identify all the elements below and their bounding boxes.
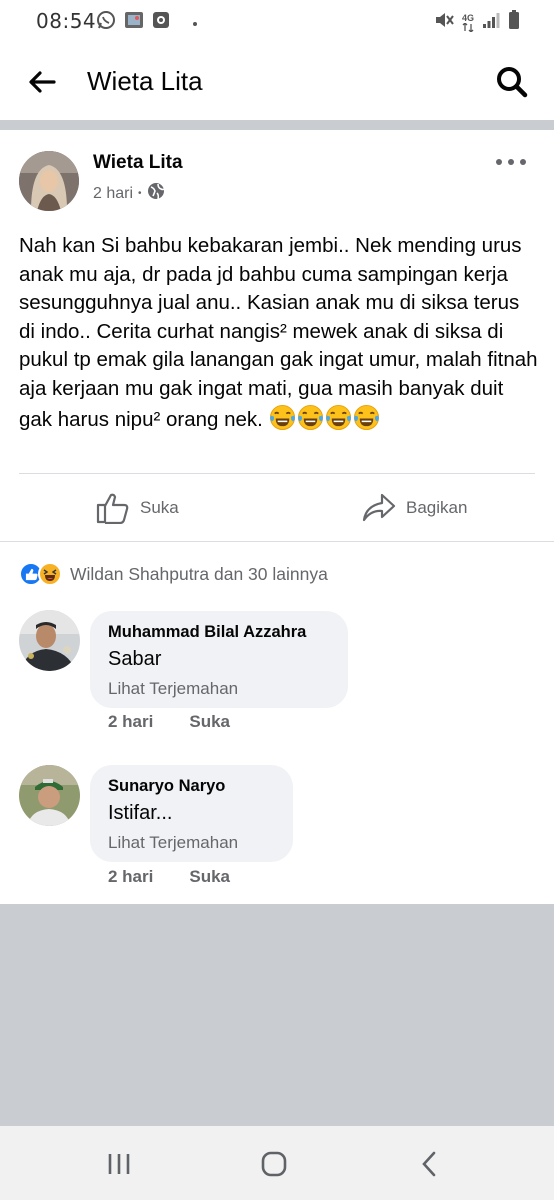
- back-icon: [422, 1151, 436, 1177]
- post-meta: 2 hari •: [93, 182, 165, 205]
- comment-text: Istifar...: [108, 802, 173, 824]
- laughing-crying-emoji-icon: [325, 404, 351, 430]
- divider: [19, 473, 535, 474]
- dot-icon: [508, 159, 514, 165]
- nav-back-button[interactable]: [407, 1146, 451, 1182]
- screen-record-icon: [152, 11, 170, 34]
- recent-apps-button[interactable]: [97, 1146, 141, 1182]
- comment-text: Sabar: [108, 648, 162, 670]
- gallery-icon: [124, 10, 144, 35]
- status-time: 08:54: [36, 9, 97, 33]
- reaction-icons: [19, 562, 62, 586]
- search-icon: [497, 67, 528, 98]
- status-bar: 08:54 4G: [0, 0, 554, 42]
- thumbs-up-icon: [96, 493, 129, 524]
- share-label: Bagikan: [406, 498, 468, 517]
- post-time[interactable]: 2 hari: [93, 185, 133, 203]
- avatar[interactable]: [19, 151, 79, 211]
- avatar[interactable]: [19, 610, 80, 671]
- reactions-summary[interactable]: Wildan Shahputra dan 30 lainnya: [19, 561, 328, 587]
- comment-author[interactable]: Sunaryo Naryo: [108, 777, 275, 796]
- app-bar: Wieta Lita: [0, 42, 554, 120]
- dot-icon: [192, 14, 198, 32]
- like-label: Suka: [140, 498, 179, 517]
- home-icon: [261, 1151, 287, 1177]
- share-button[interactable]: Bagikan: [362, 490, 467, 526]
- share-arrow-icon: [362, 493, 396, 522]
- comment-meta: 2 hari Suka: [108, 867, 230, 887]
- comment-meta: 2 hari Suka: [108, 712, 230, 732]
- dot-icon: [496, 159, 502, 165]
- see-translation-link[interactable]: Lihat Terjemahan: [108, 679, 330, 699]
- comment-time: 2 hari: [108, 867, 154, 886]
- globe-icon: [147, 182, 165, 205]
- battery-icon: [508, 10, 520, 35]
- whatsapp-icon: [96, 10, 116, 35]
- network-4g-icon: 4G: [461, 12, 474, 32]
- dot-icon: [520, 159, 526, 165]
- more-options-button[interactable]: [496, 150, 526, 174]
- haha-reaction-icon: [38, 562, 62, 586]
- home-button[interactable]: [252, 1146, 296, 1182]
- signal-icon: [482, 11, 500, 34]
- comment-like-button[interactable]: Suka: [189, 867, 230, 887]
- see-translation-link[interactable]: Lihat Terjemahan: [108, 833, 275, 853]
- arrow-left-icon: [29, 71, 56, 93]
- section-separator: [0, 120, 554, 130]
- status-left-icons: [96, 10, 198, 35]
- mute-icon: [434, 10, 454, 35]
- meta-separator: •: [138, 188, 142, 199]
- recent-apps-icon: [108, 1154, 130, 1174]
- network-label: 4G: [461, 12, 474, 23]
- empty-area: [0, 904, 554, 1126]
- post-author[interactable]: Wieta Lita: [93, 152, 183, 174]
- status-right-icons: 4G: [434, 10, 520, 35]
- avatar[interactable]: [19, 765, 80, 826]
- reactions-text: Wildan Shahputra dan 30 lainnya: [70, 563, 328, 584]
- post-body: Nah kan Si bahbu kebakaran jembi.. Nek m…: [19, 234, 538, 431]
- comment-bubble: Sunaryo Naryo Istifar... Lihat Terjemaha…: [90, 765, 293, 862]
- system-nav-bar: [0, 1126, 554, 1200]
- back-button[interactable]: [22, 64, 62, 100]
- page-title: Wieta Lita: [87, 66, 203, 96]
- post-text: Nah kan Si bahbu kebakaran jembi.. Nek m…: [19, 232, 539, 434]
- comment-like-button[interactable]: Suka: [189, 712, 230, 732]
- laughing-crying-emoji-icon: [297, 404, 323, 430]
- emoji-row: [269, 404, 380, 431]
- comment-time: 2 hari: [108, 712, 154, 731]
- divider: [0, 541, 554, 542]
- like-button[interactable]: Suka: [96, 490, 179, 526]
- laughing-crying-emoji-icon: [353, 404, 379, 430]
- laughing-crying-emoji-icon: [269, 404, 295, 430]
- comment-author[interactable]: Muhammad Bilal Azzahra: [108, 623, 330, 642]
- search-button[interactable]: [492, 62, 532, 102]
- comment-bubble: Muhammad Bilal Azzahra Sabar Lihat Terje…: [90, 611, 348, 708]
